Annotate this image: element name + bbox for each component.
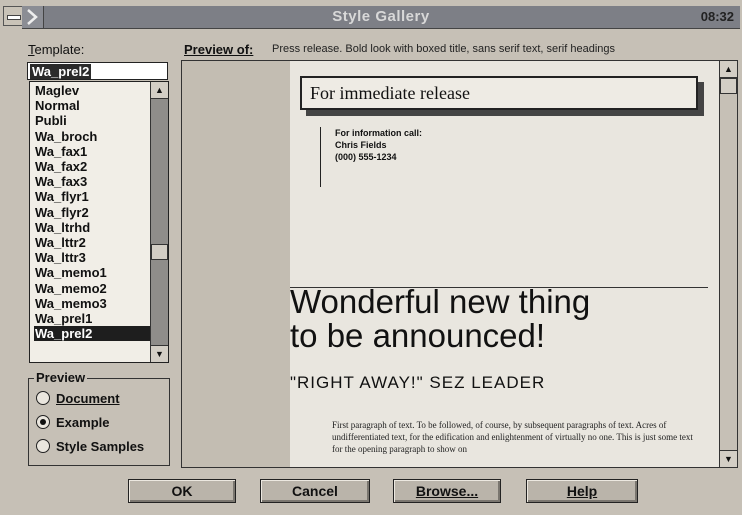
help-button[interactable]: Help (526, 479, 638, 503)
scroll-thumb[interactable] (151, 244, 168, 260)
template-list-item[interactable]: Publi (34, 113, 150, 128)
template-input[interactable]: Wa_prel2 (27, 62, 168, 80)
template-list-item[interactable]: Wa_broch (34, 129, 150, 144)
boxed-title: For immediate release (300, 76, 698, 110)
cancel-button[interactable]: Cancel (260, 479, 370, 503)
body-text: First paragraph of text. To be followed,… (332, 420, 693, 454)
template-list-item[interactable]: Wa_prel1 (34, 311, 150, 326)
headline: Wonderful new thing to be announced! (290, 285, 710, 353)
template-list-item[interactable]: Maglev (34, 83, 150, 98)
preview-page: For immediate release For information ca… (290, 61, 720, 467)
template-list-item[interactable]: Normal (34, 98, 150, 113)
preview-scrollbar[interactable]: ▲ ▼ (719, 61, 737, 467)
radio-style-samples-label: Style Samples (56, 439, 145, 454)
window-title: Style Gallery (332, 8, 430, 25)
info-line: (000) 555-1234 (335, 152, 397, 162)
template-list-item[interactable]: Wa_memo3 (34, 296, 150, 311)
radio-style-samples[interactable]: Style Samples (36, 439, 144, 454)
info-line: For information call: (335, 128, 423, 138)
radio-document-circle[interactable] (36, 391, 50, 405)
contact-info: For information call: Chris Fields (000)… (320, 127, 422, 187)
radio-example-label: Example (56, 415, 110, 430)
scroll-down-arrow-icon[interactable]: ▼ (151, 345, 168, 362)
subhead: "RIGHT AWAY!" SEZ LEADER (290, 373, 546, 392)
template-list[interactable]: Maglev Normal Publi Wa_broch Wa_fax1 Wa_fax2 W… (29, 81, 169, 363)
template-list-items: Maglev Normal Publi Wa_broch Wa_fax1 Wa_fax2 W… (34, 83, 150, 342)
radio-style-samples-circle[interactable] (36, 439, 50, 453)
ok-button[interactable]: OK (128, 479, 236, 503)
radio-example[interactable]: Example (36, 415, 109, 430)
preview-description: Press release. Bold look with boxed titl… (272, 43, 616, 55)
scroll-up-arrow-icon[interactable]: ▲ (151, 82, 168, 99)
preview-pane: For immediate release For information ca… (181, 60, 738, 468)
system-menu-button[interactable] (3, 6, 23, 26)
style-gallery-dialog: Style Gallery 08:32 Template: Wa_prel2 M… (0, 0, 742, 515)
preview-of-label-text: Preview of: (184, 42, 254, 57)
template-list-item[interactable]: Wa_flyr2 (34, 205, 150, 220)
template-list-item[interactable]: Wa_fax2 (34, 159, 150, 174)
preview-scroll-down-icon[interactable]: ▼ (720, 450, 737, 467)
template-list-item[interactable]: Wa_fax3 (34, 174, 150, 189)
preview-scroll-thumb[interactable] (720, 78, 737, 94)
template-label-text: emplate: (34, 42, 85, 57)
browse-button[interactable]: Browse... (393, 479, 501, 503)
radio-document-label: Document (56, 391, 120, 406)
template-input-value: Wa_prel2 (30, 64, 92, 79)
preview-group-title: Preview (34, 370, 88, 385)
template-label: Template: (28, 42, 85, 57)
preview-scroll-up-icon[interactable]: ▲ (720, 61, 737, 78)
template-list-item[interactable]: Wa_lttr2 (34, 235, 150, 250)
template-list-scrollbar[interactable]: ▲ ▼ (150, 82, 168, 362)
template-list-item[interactable]: Wa_flyr1 (34, 189, 150, 204)
preview-of-label: Preview of: (184, 42, 253, 57)
template-list-item[interactable]: Wa_memo2 (34, 281, 150, 296)
radio-example-circle[interactable] (36, 415, 50, 429)
template-list-item[interactable]: Wa_fax1 (34, 144, 150, 159)
headline-line1: Wonderful new thing (290, 283, 591, 320)
headline-line2: to be announced! (290, 317, 546, 354)
title-right-text: 08:32 (700, 9, 734, 24)
template-list-item[interactable]: Wa_ltrhd (34, 220, 150, 235)
template-list-item[interactable]: Wa_memo1 (34, 265, 150, 280)
title-bar: Style Gallery 08:32 (22, 6, 740, 29)
template-list-item[interactable]: Wa_lttr3 (34, 250, 150, 265)
radio-document[interactable]: Document (36, 391, 120, 406)
info-line: Chris Fields (335, 140, 387, 150)
template-list-item[interactable]: Wa_prel2 (34, 326, 150, 342)
